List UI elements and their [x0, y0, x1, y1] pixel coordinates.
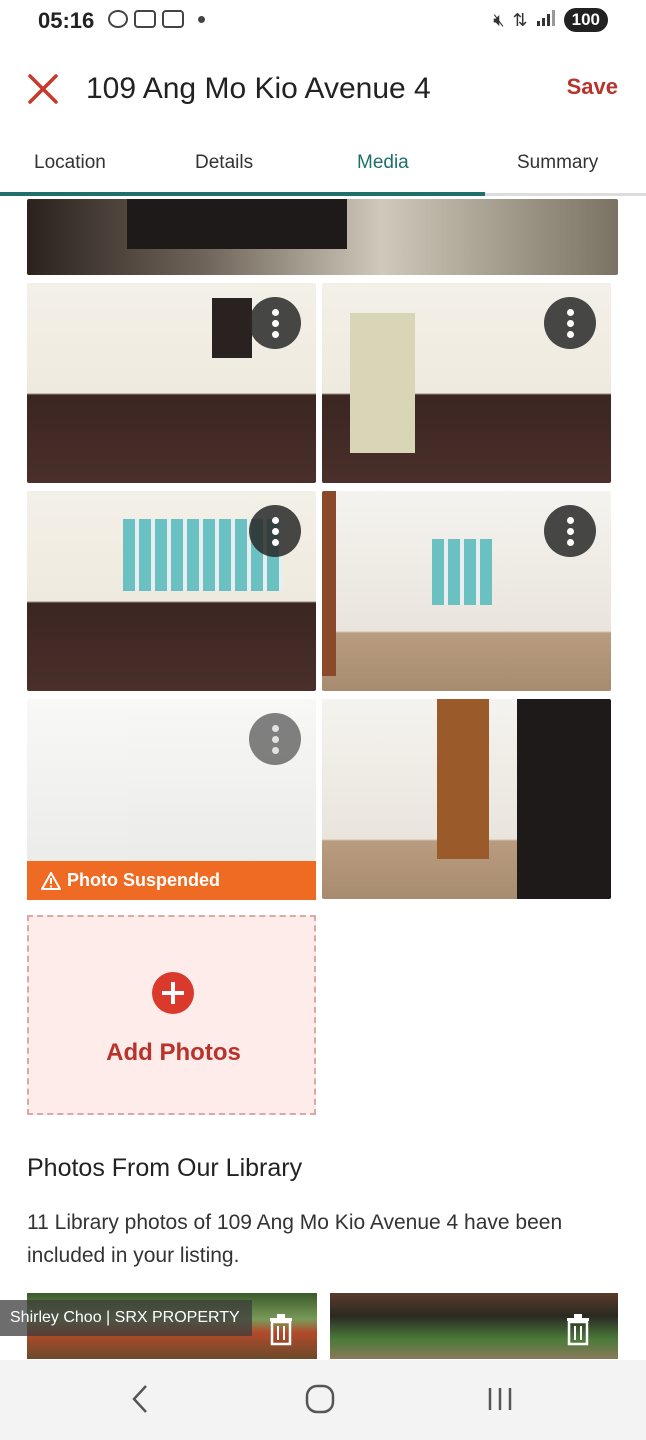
- data-icon: ⇅: [512, 9, 528, 30]
- library-photo[interactable]: [330, 1293, 618, 1359]
- library-section-title: Photos From Our Library: [27, 1154, 303, 1182]
- recent-apps-button[interactable]: [480, 1382, 520, 1416]
- status-system-icons: 🔇︎ ⇅ 100: [493, 8, 608, 32]
- close-button[interactable]: [24, 68, 64, 108]
- photo-suspended-label: Photo Suspended: [67, 870, 220, 890]
- screenshot-icon: [108, 10, 128, 28]
- property-photo[interactable]: [322, 699, 611, 899]
- tab-bar: Location Details Media Summary: [0, 140, 646, 196]
- photo-more-button[interactable]: [544, 297, 596, 349]
- plus-icon: [152, 972, 194, 1014]
- battery-indicator: 100: [563, 8, 608, 32]
- add-photos-label: Add Photos: [106, 1039, 241, 1066]
- tab-media[interactable]: Media: [357, 152, 409, 174]
- signal-icon: [536, 9, 556, 32]
- delete-photo-button[interactable]: [259, 1307, 303, 1351]
- add-photos-button[interactable]: Add Photos: [27, 915, 316, 1115]
- close-icon: [28, 74, 58, 104]
- watermark: Shirley Choo | SRX PROPERTY: [0, 1300, 252, 1336]
- app-header: 109 Ang Mo Kio Avenue 4 Save: [0, 56, 646, 126]
- library-description: 11 Library photos of 109 Ang Mo Kio Aven…: [27, 1211, 563, 1267]
- photo-more-button[interactable]: [249, 713, 301, 765]
- status-time: 05:16: [38, 8, 95, 33]
- gallery-icon: [134, 10, 156, 28]
- delete-photo-button[interactable]: [556, 1307, 600, 1351]
- trash-icon: [270, 1314, 292, 1346]
- home-icon: [305, 1384, 335, 1414]
- photo-more-button[interactable]: [249, 505, 301, 557]
- property-photo-suspended[interactable]: [27, 699, 316, 861]
- warning-icon: [41, 871, 61, 890]
- photo-more-button[interactable]: [544, 505, 596, 557]
- back-button[interactable]: [122, 1382, 162, 1416]
- page-title: 109 Ang Mo Kio Avenue 4: [86, 72, 431, 105]
- property-photo[interactable]: [27, 491, 316, 691]
- mute-icon: 🔇︎: [493, 9, 505, 30]
- status-bar: 05:16 🔇︎ ⇅ 100: [0, 0, 646, 44]
- home-button[interactable]: [300, 1382, 340, 1416]
- tab-summary[interactable]: Summary: [517, 152, 598, 174]
- system-navigation-bar: [0, 1360, 646, 1440]
- tab-progress-indicator: [0, 192, 485, 196]
- property-photo[interactable]: [322, 491, 611, 691]
- property-photo[interactable]: [27, 199, 618, 275]
- status-notification-icons: [108, 10, 205, 28]
- dot-icon: [198, 15, 205, 23]
- tab-location[interactable]: Location: [34, 152, 106, 174]
- trash-icon: [567, 1314, 589, 1346]
- photo-suspended-banner: Photo Suspended: [27, 861, 316, 900]
- back-icon: [132, 1385, 147, 1413]
- photo-more-button[interactable]: [249, 297, 301, 349]
- gallery-icon: [162, 10, 184, 28]
- recent-apps-icon: [488, 1388, 512, 1410]
- save-button[interactable]: Save: [567, 74, 618, 100]
- property-photo[interactable]: [322, 283, 611, 483]
- tab-details[interactable]: Details: [195, 152, 253, 174]
- property-photo[interactable]: [27, 283, 316, 483]
